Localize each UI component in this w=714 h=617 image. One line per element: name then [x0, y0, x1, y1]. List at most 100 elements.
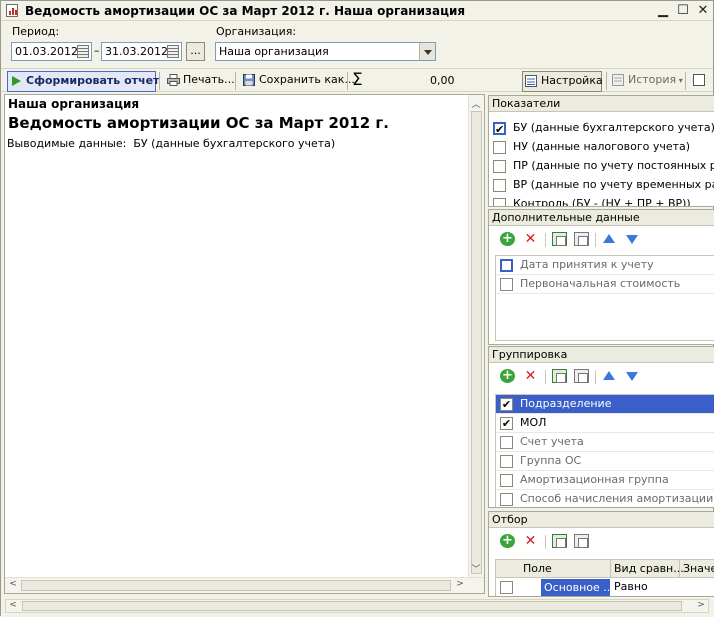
delete-icon[interactable]: ✕ — [523, 369, 538, 383]
indicator-row[interactable]: НУ (данные налогового учета) — [489, 138, 714, 157]
scroll-right-icon[interactable]: > — [694, 600, 708, 610]
uncheck-all-icon[interactable] — [574, 232, 589, 246]
minimize-icon[interactable]: ▁ — [655, 3, 671, 18]
period-end-field[interactable]: 31.03.2012 — [101, 42, 182, 61]
checkbox[interactable] — [493, 141, 506, 154]
settings-button[interactable]: Настройка — [522, 71, 603, 92]
organization-label: Организация: — [216, 25, 297, 38]
grouping-row[interactable]: ✔ МОЛ — [496, 414, 714, 433]
status-bar: < > — [1, 597, 714, 617]
period-start-field[interactable]: 01.03.2012 — [11, 42, 92, 61]
chevron-down-icon[interactable] — [419, 43, 435, 60]
add-icon[interactable]: + — [500, 369, 515, 383]
arrow-up-icon[interactable] — [602, 369, 617, 383]
toolbar-separator — [235, 72, 236, 90]
grouping-label: МОЛ — [520, 416, 547, 429]
delete-icon[interactable]: ✕ — [523, 232, 538, 246]
toolbar-separator — [545, 370, 546, 384]
grouping-row[interactable]: Счет учета — [496, 433, 714, 452]
indicator-row[interactable]: ВР (данные по учету временных разн — [489, 176, 714, 195]
checkbox[interactable] — [500, 493, 513, 506]
scroll-thumb[interactable] — [22, 601, 682, 611]
checkbox[interactable] — [493, 160, 506, 173]
grouping-row[interactable]: ✔ Подразделение — [496, 395, 714, 414]
scroll-up-icon[interactable]: ︿ — [469, 97, 483, 110]
report-organization: Наша организация — [8, 97, 140, 111]
grouping-label: Амортизационная группа — [520, 473, 669, 486]
report-vertical-scrollbar[interactable]: ︿ ﹀ — [468, 95, 484, 593]
column-header[interactable]: Поле — [523, 562, 552, 575]
grouping-row[interactable]: Способ начисления амортизации — [496, 490, 714, 507]
report-window: Ведомость амортизации ОС за Март 2012 г.… — [0, 0, 714, 617]
arrow-up-icon[interactable] — [602, 232, 617, 246]
grouping-row[interactable]: Группа ОС — [496, 452, 714, 471]
indicator-row[interactable]: ✔ БУ (данные бухгалтерского учета) — [489, 119, 714, 138]
history-button[interactable]: История ▾ — [610, 71, 683, 91]
save-as-button[interactable]: Сохранить как... — [241, 71, 355, 91]
scroll-right-icon[interactable]: > — [453, 579, 467, 589]
scroll-thumb[interactable] — [21, 580, 451, 591]
checkbox[interactable] — [500, 436, 513, 449]
check-all-icon[interactable] — [552, 534, 567, 548]
indicator-row[interactable]: ПР (данные по учету постоянных разн — [489, 157, 714, 176]
scroll-down-icon[interactable]: ﹀ — [469, 562, 483, 575]
toolbar-separator — [595, 370, 596, 384]
checkbox[interactable] — [500, 278, 513, 291]
checkbox[interactable]: ✔ — [500, 398, 513, 411]
printer-icon — [167, 74, 180, 86]
report-document[interactable]: Наша организация Ведомость амортизации О… — [4, 94, 485, 594]
more-icon[interactable] — [691, 71, 709, 91]
toolbar-separator — [545, 233, 546, 247]
report-horizontal-scrollbar[interactable]: < > — [5, 577, 484, 593]
window-horizontal-scrollbar[interactable]: < > — [5, 599, 709, 613]
checkbox[interactable] — [500, 455, 513, 468]
checkbox[interactable] — [493, 198, 506, 206]
grouping-row[interactable]: Амортизационная группа — [496, 471, 714, 490]
delete-icon[interactable]: ✕ — [523, 534, 538, 548]
uncheck-all-icon[interactable] — [574, 369, 589, 383]
organization-select[interactable]: Наша организация — [215, 42, 436, 61]
uncheck-all-icon[interactable] — [574, 534, 589, 548]
check-all-icon[interactable] — [552, 369, 567, 383]
column-header[interactable]: Вид сравн... — [614, 562, 684, 575]
checkbox[interactable]: ✔ — [493, 122, 506, 135]
checkbox[interactable]: ✔ — [500, 417, 513, 430]
calendar-icon[interactable] — [77, 45, 89, 58]
generate-report-button[interactable]: Сформировать отчет — [7, 71, 159, 92]
checkbox[interactable] — [500, 259, 513, 272]
window-title: Ведомость амортизации ОС за Март 2012 г.… — [25, 4, 466, 18]
toolbar-separator — [159, 72, 160, 90]
scroll-thumb[interactable] — [471, 111, 482, 574]
checkbox[interactable] — [500, 581, 513, 594]
add-icon[interactable]: + — [500, 534, 515, 548]
additional-data-toolbar: + ✕ — [489, 227, 714, 251]
check-all-icon[interactable] — [552, 232, 567, 246]
indicator-row[interactable]: Контроль (БУ - (НУ + ПР + ВР)) — [489, 195, 714, 206]
filter-row[interactable]: Основное ... Равно — [496, 578, 714, 596]
print-button[interactable]: Печать... — [165, 71, 235, 91]
maximize-icon[interactable]: ☐ — [675, 3, 691, 18]
period-end-value: 31.03.2012 — [105, 45, 168, 58]
scroll-left-icon[interactable]: < — [6, 600, 20, 610]
filter-comparison-value[interactable]: Равно — [614, 578, 648, 596]
command-bar: Сформировать отчет Печать... Сохранить к… — [1, 68, 713, 92]
checkbox[interactable] — [500, 474, 513, 487]
period-start-value: 01.03.2012 — [15, 45, 78, 58]
toolbar-separator — [545, 535, 546, 549]
add-icon[interactable]: + — [500, 232, 515, 246]
arrow-down-icon[interactable] — [625, 232, 640, 246]
indicators-panel: Показатели ✔ БУ (данные бухгалтерского уч… — [488, 95, 714, 207]
filter-field-value[interactable]: Основное ... — [541, 579, 610, 596]
indicator-label: ВР (данные по учету временных разн — [513, 178, 714, 191]
period-select-button[interactable]: ... — [186, 42, 205, 61]
checkbox[interactable] — [493, 179, 506, 192]
close-icon[interactable]: ✕ — [695, 3, 711, 18]
column-header[interactable]: Значе — [683, 562, 714, 575]
calendar-icon[interactable] — [167, 45, 179, 58]
scroll-left-icon[interactable]: < — [6, 579, 20, 589]
play-icon — [10, 75, 23, 87]
additional-row[interactable]: Первоначальная стоимость — [496, 275, 714, 294]
additional-row[interactable]: Дата принятия к учету — [496, 256, 714, 275]
grouping-label: Подразделение — [520, 397, 612, 410]
arrow-down-icon[interactable] — [625, 369, 640, 383]
